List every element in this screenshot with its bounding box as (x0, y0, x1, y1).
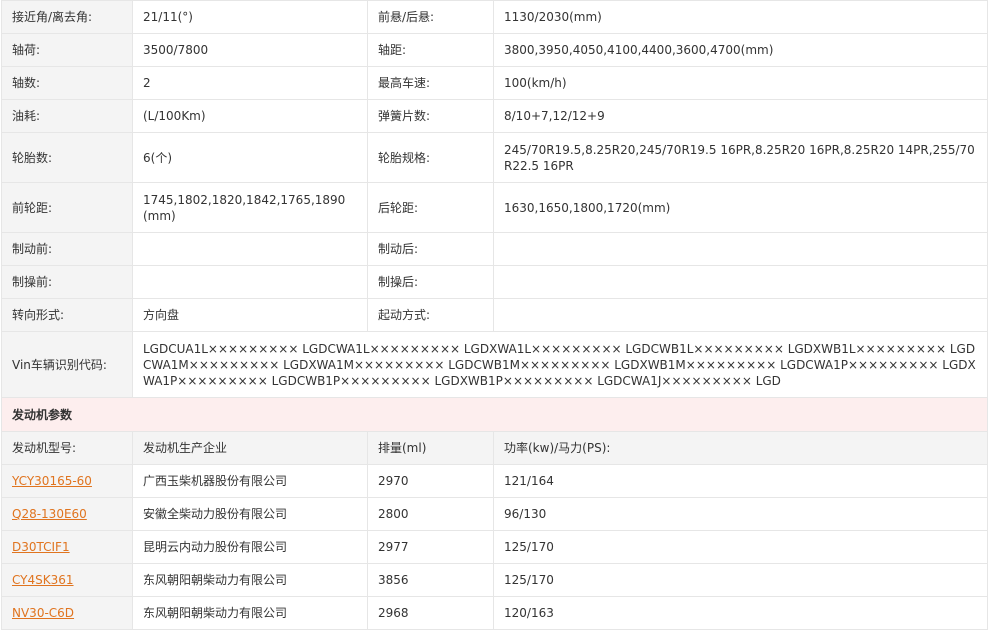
spec-label: 制动前: (1, 232, 133, 266)
spec-value: 2 (132, 66, 368, 100)
spec-label: 制操前: (1, 265, 133, 299)
spec-label: 前悬/后悬: (367, 0, 494, 34)
spec-value: 3800,3950,4050,4100,4400,3600,4700(mm) (493, 33, 988, 67)
engine-header-row: 发动机型号: 发动机生产企业 排量(ml) 功率(kw)/马力(PS): (1, 431, 988, 465)
spec-label: 转向形式: (1, 298, 133, 332)
spec-value: 21/11(°) (132, 0, 368, 34)
spec-label: 弹簧片数: (367, 99, 494, 133)
spec-value: 1745,1802,1820,1842,1765,1890(mm) (132, 182, 368, 233)
engine-model-link[interactable]: CY4SK361 (12, 573, 74, 587)
engine-power: 120/163 (493, 596, 988, 630)
engine-header-model: 发动机型号: (1, 431, 133, 465)
spec-row: 制动前: 制动后: (1, 232, 988, 266)
engine-model-cell: NV30-C6D (1, 596, 133, 630)
spec-row: 前轮距: 1745,1802,1820,1842,1765,1890(mm) 后… (1, 182, 988, 233)
spec-value: 3500/7800 (132, 33, 368, 67)
spec-value: 8/10+7,12/12+9 (493, 99, 988, 133)
spec-label: 轴距: (367, 33, 494, 67)
spec-label: 起动方式: (367, 298, 494, 332)
engine-maker: 东风朝阳朝柴动力有限公司 (132, 563, 368, 597)
spec-row: 接近角/离去角: 21/11(°) 前悬/后悬: 1130/2030(mm) (1, 0, 988, 34)
spec-value: (L/100Km) (132, 99, 368, 133)
spec-row: 轴荷: 3500/7800 轴距: 3800,3950,4050,4100,44… (1, 33, 988, 67)
engine-row: CY4SK361 东风朝阳朝柴动力有限公司 3856 125/170 (1, 563, 988, 597)
spec-value: 方向盘 (132, 298, 368, 332)
engine-power: 96/130 (493, 497, 988, 531)
spec-label: 轴数: (1, 66, 133, 100)
engine-model-cell: CY4SK361 (1, 563, 133, 597)
engine-displacement: 2800 (367, 497, 494, 531)
spec-label: 后轮距: (367, 182, 494, 233)
engine-header-displacement: 排量(ml) (367, 431, 494, 465)
engine-maker: 昆明云内动力股份有限公司 (132, 530, 368, 564)
spec-value (493, 232, 988, 266)
spec-label: 最高车速: (367, 66, 494, 100)
engine-header-power: 功率(kw)/马力(PS): (493, 431, 988, 465)
engine-model-link[interactable]: NV30-C6D (12, 606, 74, 620)
spec-value (493, 298, 988, 332)
vin-row: Vin车辆识别代码: LGDCUA1L××××××××× LGDCWA1L×××… (1, 331, 988, 398)
vin-value: LGDCUA1L××××××××× LGDCWA1L××××××××× LGDX… (132, 331, 988, 398)
engine-model-cell: Q28-130E60 (1, 497, 133, 531)
engine-displacement: 2977 (367, 530, 494, 564)
spec-label: 轮胎数: (1, 132, 133, 183)
engine-header-maker: 发动机生产企业 (132, 431, 368, 465)
spec-label: 接近角/离去角: (1, 0, 133, 34)
engine-maker: 东风朝阳朝柴动力有限公司 (132, 596, 368, 630)
spec-row: 转向形式: 方向盘 起动方式: (1, 298, 988, 332)
engine-model-link[interactable]: YCY30165-60 (12, 474, 92, 488)
engine-model-link[interactable]: Q28-130E60 (12, 507, 87, 521)
spec-value: 1630,1650,1800,1720(mm) (493, 182, 988, 233)
spec-value: 1130/2030(mm) (493, 0, 988, 34)
engine-model-cell: YCY30165-60 (1, 464, 133, 498)
engine-row: YCY30165-60 广西玉柴机器股份有限公司 2970 121/164 (1, 464, 988, 498)
spec-row: 轴数: 2 最高车速: 100(km/h) (1, 66, 988, 100)
spec-value: 100(km/h) (493, 66, 988, 100)
engine-maker: 安徽全柴动力股份有限公司 (132, 497, 368, 531)
spec-value: 6(个) (132, 132, 368, 183)
engine-model-cell: D30TCIF1 (1, 530, 133, 564)
engine-section-row: 发动机参数 (1, 397, 988, 432)
spec-label: 制操后: (367, 265, 494, 299)
engine-row: NV30-C6D 东风朝阳朝柴动力有限公司 2968 120/163 (1, 596, 988, 630)
engine-maker: 广西玉柴机器股份有限公司 (132, 464, 368, 498)
spec-row: 轮胎数: 6(个) 轮胎规格: 245/70R19.5,8.25R20,245/… (1, 132, 988, 183)
spec-row: 油耗: (L/100Km) 弹簧片数: 8/10+7,12/12+9 (1, 99, 988, 133)
spec-value (493, 265, 988, 299)
engine-power: 125/170 (493, 563, 988, 597)
engine-power: 121/164 (493, 464, 988, 498)
spec-value: 245/70R19.5,8.25R20,245/70R19.5 16PR,8.2… (493, 132, 988, 183)
spec-table: 接近角/离去角: 21/11(°) 前悬/后悬: 1130/2030(mm) 轴… (1, 0, 988, 630)
engine-row: D30TCIF1 昆明云内动力股份有限公司 2977 125/170 (1, 530, 988, 564)
engine-section-title: 发动机参数 (1, 397, 988, 432)
spec-label: 轴荷: (1, 33, 133, 67)
engine-displacement: 2968 (367, 596, 494, 630)
spec-label: 轮胎规格: (367, 132, 494, 183)
vin-label: Vin车辆识别代码: (1, 331, 133, 398)
spec-value (132, 232, 368, 266)
engine-displacement: 2970 (367, 464, 494, 498)
spec-label: 油耗: (1, 99, 133, 133)
engine-displacement: 3856 (367, 563, 494, 597)
spec-label: 制动后: (367, 232, 494, 266)
spec-row: 制操前: 制操后: (1, 265, 988, 299)
spec-value (132, 265, 368, 299)
engine-row: Q28-130E60 安徽全柴动力股份有限公司 2800 96/130 (1, 497, 988, 531)
spec-label: 前轮距: (1, 182, 133, 233)
engine-model-link[interactable]: D30TCIF1 (12, 540, 70, 554)
engine-power: 125/170 (493, 530, 988, 564)
